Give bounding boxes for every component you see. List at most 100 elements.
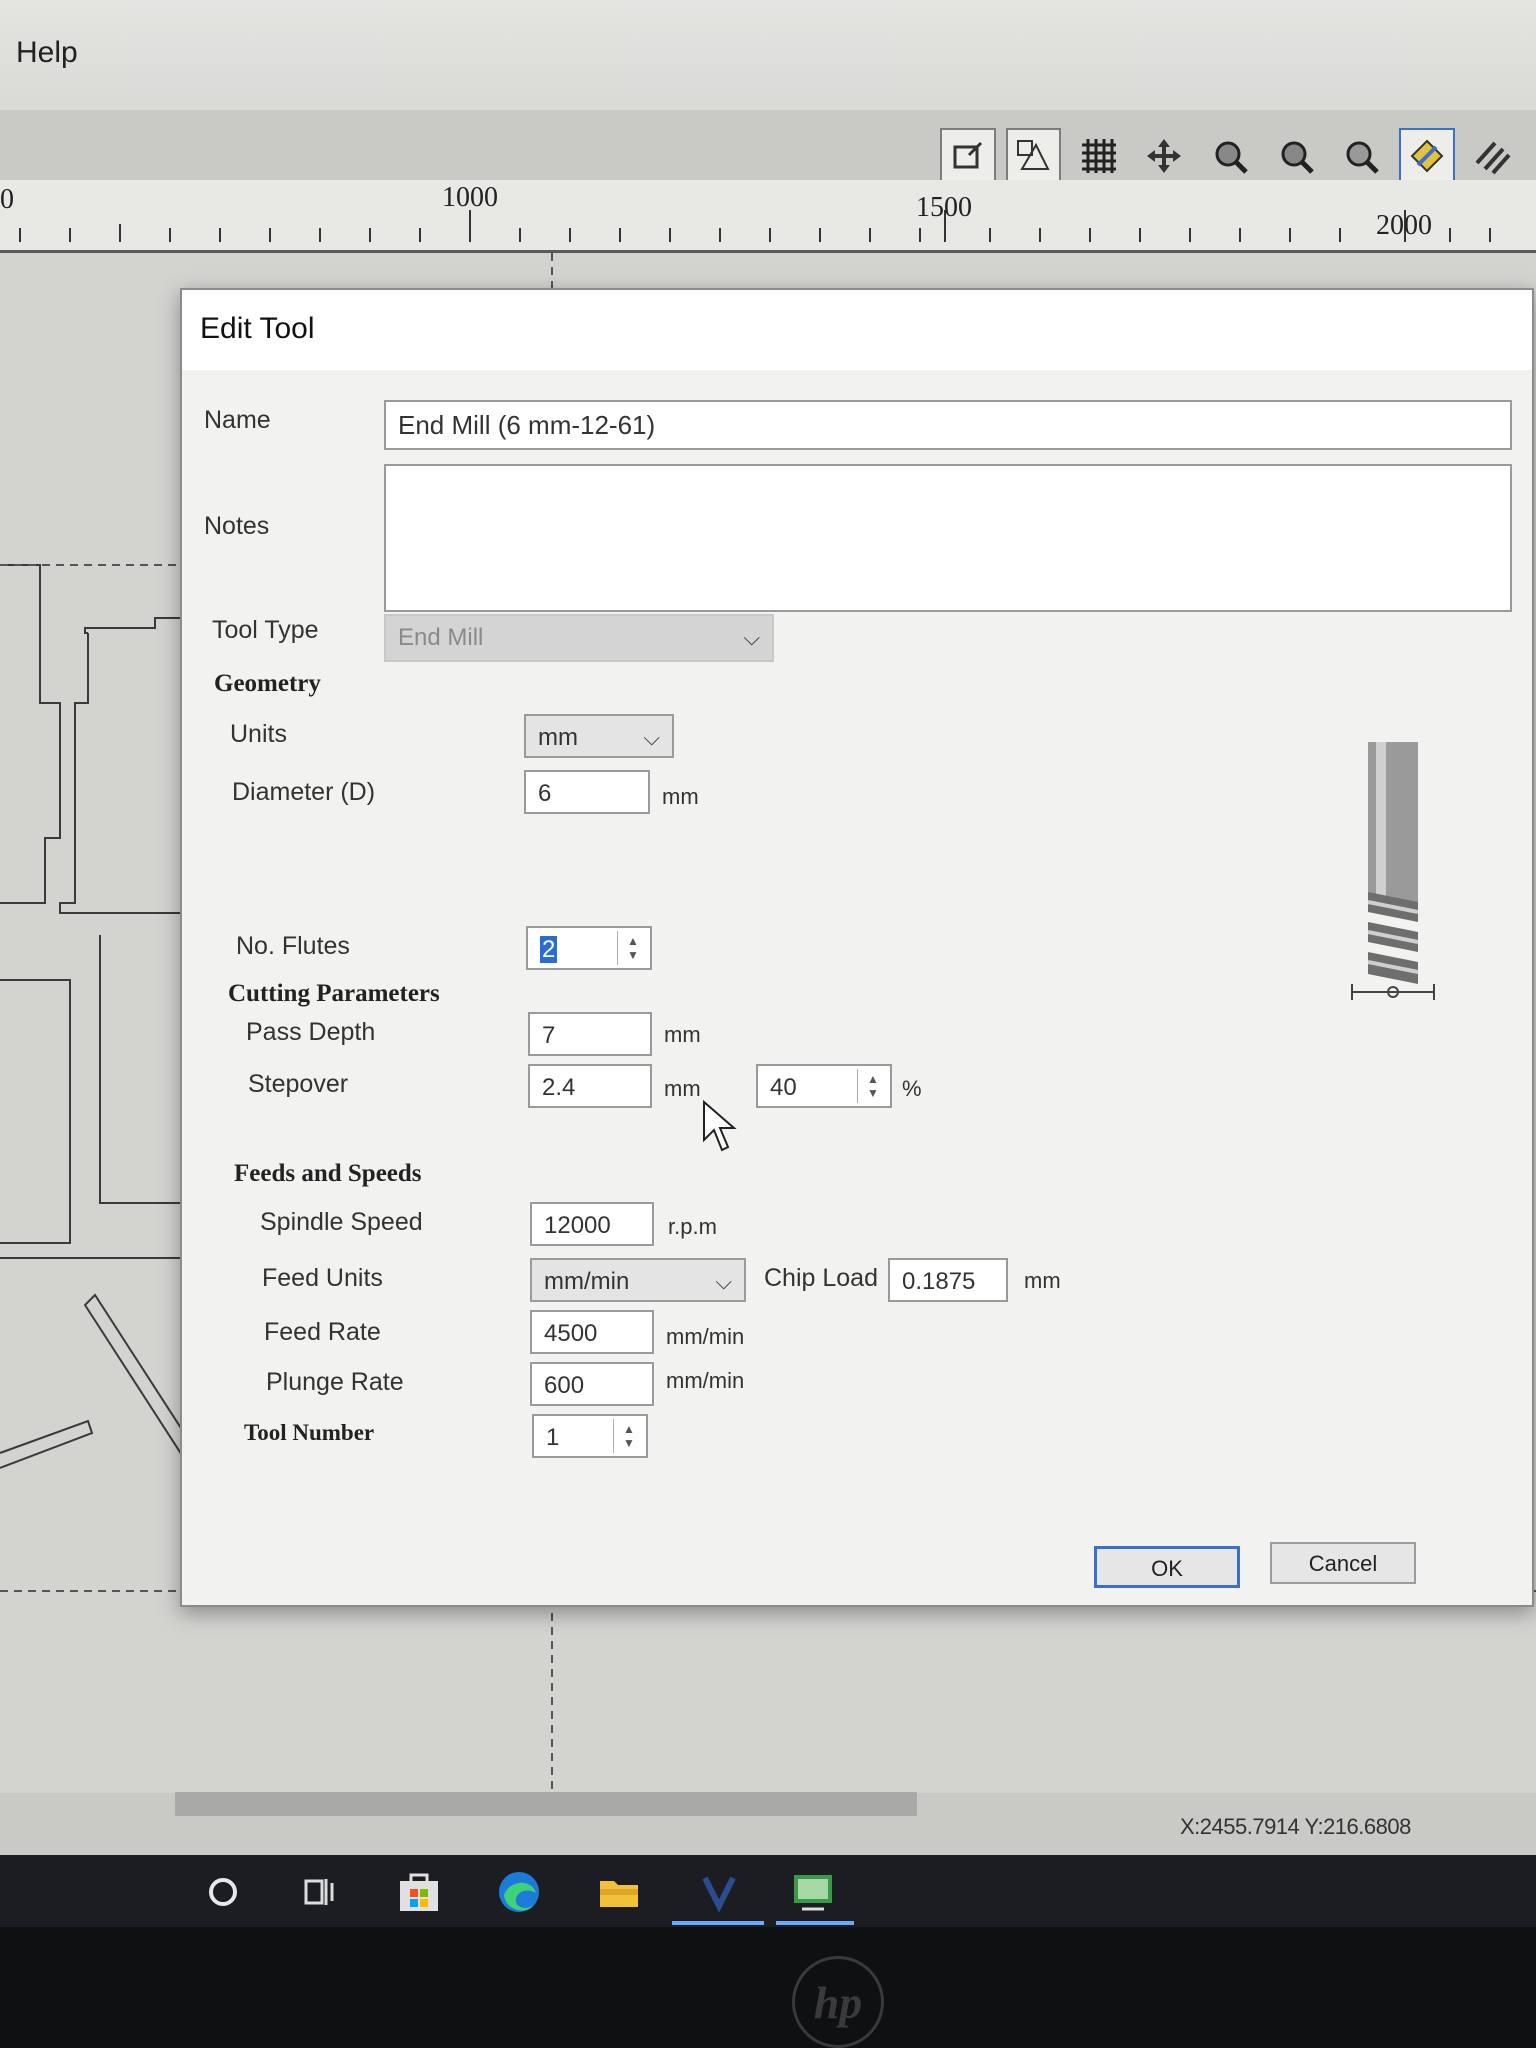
vector-shape-1	[0, 564, 61, 904]
name-field[interactable]: End Mill (6 mm-12-61)	[384, 400, 1512, 450]
tool-type-label: Tool Type	[212, 616, 319, 644]
stepover-field[interactable]: 2.4	[528, 1064, 652, 1108]
chevron-down-icon: ⌵	[643, 725, 660, 750]
units-select[interactable]: mm ⌵	[524, 714, 674, 758]
app-icon[interactable]	[790, 1869, 836, 1915]
vector-shape-8	[0, 1419, 94, 1469]
pass-depth-field[interactable]: 7	[528, 1012, 652, 1056]
stepover-percent-unit: %	[902, 1076, 922, 1101]
ruler-label-2000: 2000	[1376, 210, 1432, 241]
pass-depth-unit: mm	[664, 1022, 701, 1047]
tool-number-value: 1	[546, 1424, 560, 1451]
stepover-percent-spinner[interactable]: 40 ▲ ▼	[756, 1064, 892, 1108]
name-label: Name	[204, 406, 271, 434]
3d-view-icon[interactable]	[1398, 128, 1455, 184]
diameter-label: Diameter (D)	[232, 778, 376, 806]
dialog-title: Edit Tool	[200, 312, 315, 345]
chip-load-value: 0.1875	[902, 1268, 976, 1295]
plunge-rate-value: 600	[544, 1372, 585, 1399]
active-app-indicator	[672, 1921, 764, 1925]
horizontal-ruler: 0 1000 1500 2000	[0, 180, 1536, 253]
horizontal-scrollbar[interactable]	[175, 1792, 917, 1816]
chevron-down-icon: ⌵	[715, 1269, 732, 1294]
ok-button[interactable]: OK	[1094, 1546, 1240, 1588]
store-icon[interactable]	[396, 1869, 442, 1915]
ruler-label-1500: 1500	[916, 192, 972, 223]
task-view-icon[interactable]	[296, 1869, 342, 1915]
mouse-cursor-icon	[703, 1100, 737, 1152]
zoom-in-icon[interactable]	[1202, 128, 1258, 184]
spinner-arrows-icon[interactable]: ▲ ▼	[617, 931, 648, 965]
flutes-spinner[interactable]: 2 ▲ ▼	[526, 926, 652, 970]
units-label: Units	[230, 720, 287, 748]
menu-bar: Help	[0, 0, 1536, 110]
spindle-speed-field[interactable]: 12000	[530, 1202, 654, 1246]
search-circle-icon[interactable]	[200, 1869, 246, 1915]
monitor-bezel	[0, 1927, 1536, 2048]
tool-type-select: End Mill ⌵	[384, 614, 774, 662]
plunge-rate-unit: mm/min	[666, 1368, 745, 1393]
diameter-unit: mm	[662, 784, 699, 809]
pass-depth-value: 7	[542, 1022, 556, 1049]
tool-type-value: End Mill	[398, 624, 484, 651]
spindle-speed-value: 12000	[544, 1212, 611, 1239]
edit-tool-dialog: Edit Tool Name End Mill (6 mm-12-61) Not…	[180, 288, 1534, 1607]
pan-icon[interactable]	[1137, 128, 1193, 184]
grid-icon[interactable]	[1071, 128, 1127, 184]
spindle-speed-unit: r.p.m	[668, 1214, 717, 1239]
hp-logo: hp	[792, 1956, 884, 2048]
zoom-out-icon[interactable]	[1268, 128, 1324, 184]
ruler-label-0: 0	[0, 184, 14, 215]
zoom-extents-icon[interactable]	[1333, 128, 1389, 184]
vector-shape-2	[84, 617, 185, 634]
spinner-arrows-icon[interactable]: ▲ ▼	[857, 1069, 888, 1103]
file-explorer-icon[interactable]	[596, 1869, 642, 1915]
vector-shape-3	[59, 633, 185, 914]
chip-load-field: 0.1875	[888, 1258, 1008, 1302]
spindle-speed-label: Spindle Speed	[260, 1208, 423, 1236]
diameter-field[interactable]: 6	[524, 770, 650, 814]
stepover-unit: mm	[664, 1076, 701, 1101]
layers-icon[interactable]	[1465, 128, 1521, 184]
feed-rate-label: Feed Rate	[264, 1318, 381, 1346]
active-app-indicator	[776, 1921, 854, 1925]
tool-number-label: Tool Number	[244, 1420, 375, 1445]
chip-load-unit: mm	[1024, 1268, 1061, 1293]
units-value: mm	[538, 724, 578, 751]
ruler-label-1000: 1000	[442, 182, 498, 213]
vcarve-icon[interactable]	[696, 1869, 742, 1915]
spinner-arrows-icon[interactable]: ▲ ▼	[613, 1419, 644, 1453]
stepover-label: Stepover	[248, 1070, 349, 1098]
draw-rectangle-icon[interactable]	[940, 128, 996, 184]
chip-load-label: Chip Load	[764, 1264, 878, 1292]
geometry-heading: Geometry	[214, 670, 321, 697]
dialog-titlebar[interactable]: Edit Tool	[182, 290, 1532, 370]
feed-units-value: mm/min	[544, 1268, 630, 1295]
stepover-value: 2.4	[542, 1074, 576, 1101]
stepover-percent-value: 40	[770, 1074, 797, 1101]
feed-units-label: Feed Units	[262, 1264, 383, 1292]
flutes-value: 2	[540, 936, 558, 963]
notes-field[interactable]	[384, 464, 1512, 612]
name-field-value: End Mill (6 mm-12-61)	[398, 410, 656, 440]
feeds-speeds-heading: Feeds and Speeds	[234, 1160, 422, 1187]
vector-shape-4	[0, 979, 71, 1244]
feed-rate-unit: mm/min	[666, 1324, 745, 1349]
menu-help[interactable]: Help	[16, 36, 78, 70]
feed-rate-value: 4500	[544, 1320, 598, 1347]
vector-shape-5	[99, 935, 190, 1204]
notes-label: Notes	[204, 512, 270, 540]
feed-rate-field[interactable]: 4500	[530, 1310, 654, 1354]
cursor-coordinates: X:2455.7914 Y:216.6808	[1180, 1814, 1411, 1839]
tool-number-spinner[interactable]: 1 ▲ ▼	[532, 1414, 648, 1458]
pass-depth-label: Pass Depth	[246, 1018, 376, 1046]
cancel-button[interactable]: Cancel	[1270, 1542, 1416, 1584]
plunge-rate-field[interactable]: 600	[530, 1362, 654, 1406]
feed-units-select[interactable]: mm/min ⌵	[530, 1258, 746, 1302]
edge-icon[interactable]	[496, 1869, 542, 1915]
cutting-parameters-heading: Cutting Parameters	[228, 980, 440, 1007]
node-edit-icon[interactable]	[1005, 128, 1062, 184]
chevron-down-icon: ⌵	[743, 625, 760, 650]
view-toolbar	[940, 128, 1520, 186]
flutes-label: No. Flutes	[236, 932, 350, 960]
